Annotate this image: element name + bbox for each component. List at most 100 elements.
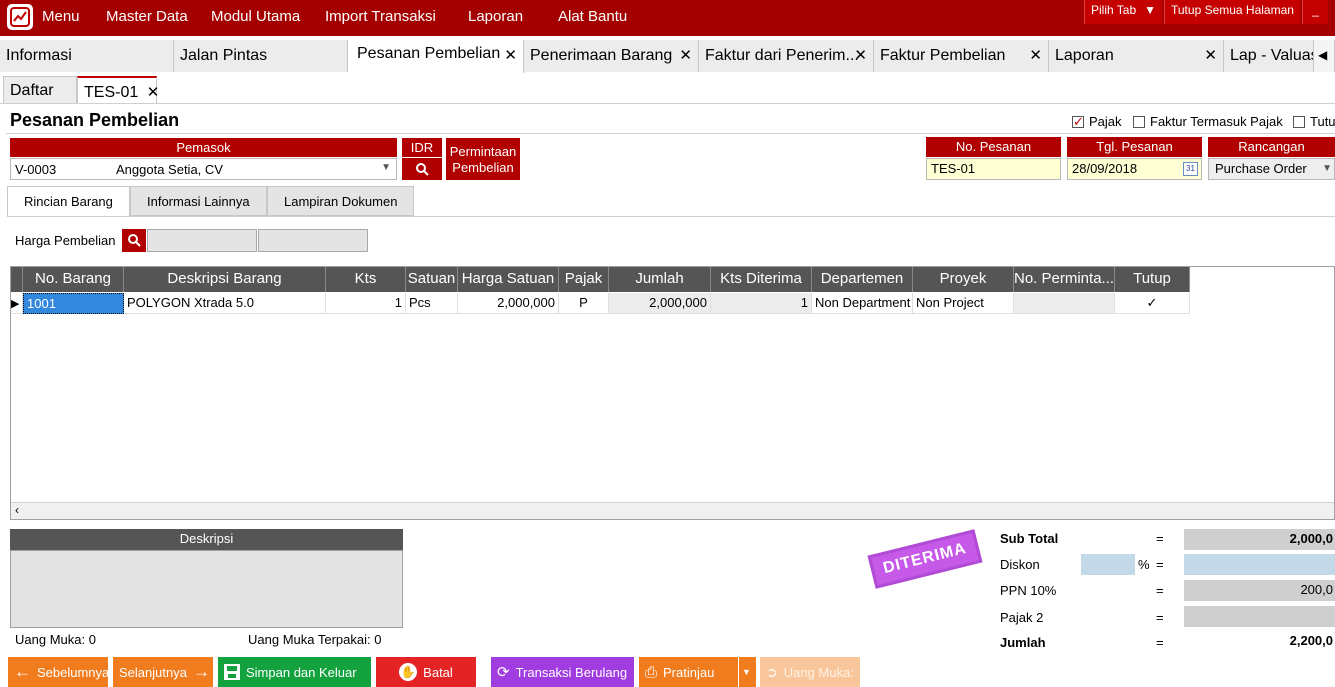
equals-sign: = xyxy=(1156,583,1164,598)
column-header[interactable]: No. Barang xyxy=(23,267,124,292)
column-header[interactable]: Jumlah xyxy=(609,267,711,292)
pratinjau-dropdown-button[interactable]: ▼ xyxy=(739,657,756,687)
diskon-value-input[interactable] xyxy=(1184,554,1335,575)
pratinjau-button[interactable]: ⎙ Pratinjau xyxy=(639,657,738,687)
transaksi-berulang-button[interactable]: ⟳ Transaksi Berulang xyxy=(491,657,634,687)
column-header[interactable]: Kts Diterima xyxy=(711,267,812,292)
tab-pesanan-pembelian[interactable]: Pesanan Pembelian ✕ xyxy=(348,40,524,73)
cell-satuan[interactable]: Pcs xyxy=(406,293,458,314)
column-header[interactable]: Pajak xyxy=(559,267,609,292)
column-header[interactable]: Kts xyxy=(326,267,406,292)
column-header[interactable]: Proyek xyxy=(913,267,1014,292)
harga-pembelian-field-1[interactable] xyxy=(147,229,257,252)
tab-jalan-pintas[interactable]: Jalan Pintas xyxy=(174,40,348,72)
column-header[interactable]: Departemen xyxy=(812,267,913,292)
pajak-checkbox[interactable]: Pajak xyxy=(1072,114,1122,130)
tab-faktur-dari-penerimaan[interactable]: Faktur dari Penerim... ✕ xyxy=(699,40,874,72)
save-icon xyxy=(224,664,240,680)
minimize-button[interactable]: _ xyxy=(1302,0,1328,24)
cell-pajak[interactable]: P xyxy=(559,293,609,314)
menu-item-import-transaksi[interactable]: Import Transaksi xyxy=(325,8,436,25)
batal-button[interactable]: ✋ Batal xyxy=(376,657,476,687)
column-header[interactable]: Deskripsi Barang xyxy=(124,267,326,292)
equals-sign: = xyxy=(1156,610,1164,625)
subtab-tes-01[interactable]: TES-01 ✕ xyxy=(77,76,160,104)
close-icon[interactable]: ✕ xyxy=(1204,46,1217,64)
tab-laporan[interactable]: Laporan ✕ xyxy=(1049,40,1224,72)
tab-informasi[interactable]: Informasi xyxy=(0,40,174,72)
no-pesanan-input[interactable]: TES-01 xyxy=(926,158,1061,180)
selanjutnya-button[interactable]: Selanjutnya → xyxy=(113,657,213,687)
rancangan-select[interactable]: Purchase Order ▼ xyxy=(1208,158,1335,180)
column-header[interactable]: Tutup xyxy=(1115,267,1190,292)
cell-jumlah: 2,000,000 xyxy=(609,293,711,314)
cell-harga-satuan[interactable]: 2,000,000 xyxy=(458,293,559,314)
tab-label: Penerimaan Barang xyxy=(530,47,673,64)
close-icon[interactable]: ✕ xyxy=(504,46,517,64)
scroll-left-icon[interactable]: ‹ xyxy=(15,503,19,517)
close-icon[interactable]: ✕ xyxy=(854,46,867,64)
pemasok-select[interactable]: V-0003 Anggota Setia, CV ▼ xyxy=(10,158,397,180)
uang-muka-terpakai-text: Uang Muka Terpakai: 0 xyxy=(248,632,382,647)
cell-proyek[interactable]: Non Project xyxy=(913,293,1014,314)
pemasok-label: Pemasok xyxy=(10,138,397,157)
simpan-dan-keluar-button[interactable]: Simpan dan Keluar xyxy=(218,657,371,687)
tab-informasi-lainnya[interactable]: Informasi Lainnya xyxy=(130,186,267,216)
tab-lap-valuasi[interactable]: Lap - Valuas xyxy=(1224,40,1314,72)
close-icon[interactable]: ✕ xyxy=(1029,46,1042,64)
cell-tutup[interactable]: ✓ xyxy=(1115,293,1190,314)
menu-item-modul-utama[interactable]: Modul Utama xyxy=(211,8,300,25)
diskon-percent-input[interactable] xyxy=(1081,554,1135,575)
search-harga-button[interactable] xyxy=(122,229,146,252)
tab-label: Informasi xyxy=(6,47,72,64)
tutup-checkbox[interactable]: Tutu xyxy=(1293,114,1335,129)
ppn-label: PPN 10% xyxy=(1000,583,1057,598)
cell-deskripsi[interactable]: POLYGON Xtrada 5.0 xyxy=(124,293,326,314)
close-icon[interactable]: ✕ xyxy=(147,84,160,101)
harga-pembelian-field-2[interactable] xyxy=(258,229,368,252)
column-header[interactable]: Satuan xyxy=(406,267,458,292)
divider xyxy=(0,103,1335,104)
cell-departemen[interactable]: Non Department xyxy=(812,293,913,314)
app-logo-icon[interactable] xyxy=(7,4,33,30)
tab-scroll-left-icon[interactable]: ◀ xyxy=(1314,40,1335,72)
dropdown-arrow-icon[interactable]: ▼ xyxy=(381,162,391,173)
menu-item-master-data[interactable]: Master Data xyxy=(106,8,188,25)
tab-penerimaan-barang[interactable]: Penerimaan Barang ✕ xyxy=(524,40,699,72)
button-label: Simpan dan Keluar xyxy=(246,664,357,680)
tutup-semua-button[interactable]: Tutup Semua Halaman xyxy=(1164,0,1300,24)
pilih-tab-button[interactable]: Pilih Tab ▼ xyxy=(1084,0,1162,24)
permintaan-pembelian-button[interactable]: Permintaan Pembelian xyxy=(446,138,520,180)
cell-kts[interactable]: 1 xyxy=(326,293,406,314)
faktur-termasuk-pajak-checkbox[interactable]: Faktur Termasuk Pajak xyxy=(1133,114,1283,129)
subtab-daftar[interactable]: Daftar xyxy=(3,76,77,104)
tab-rincian-barang[interactable]: Rincian Barang xyxy=(7,186,130,217)
menu-item-menu[interactable]: Menu xyxy=(42,8,80,25)
sebelumnya-button[interactable]: ← Sebelumnya xyxy=(8,657,109,687)
dropdown-arrow-icon[interactable]: ▼ xyxy=(1322,163,1332,174)
column-header[interactable]: No. Perminta... xyxy=(1014,267,1115,292)
no-pesanan-label: No. Pesanan xyxy=(926,137,1061,157)
cell-no-barang[interactable]: 1001 xyxy=(23,293,124,314)
menu-item-alat-bantu[interactable]: Alat Bantu xyxy=(558,8,627,25)
tab-lampiran-dokumen[interactable]: Lampiran Dokumen xyxy=(267,186,415,216)
deskripsi-textarea[interactable] xyxy=(10,550,403,628)
close-icon[interactable]: ✕ xyxy=(679,46,692,64)
uang-muka-button[interactable]: ➲ Uang Muka: xyxy=(760,657,860,687)
sub-total-value: 2,000,0 xyxy=(1184,529,1335,550)
equals-sign: = xyxy=(1156,635,1164,650)
menu-item-laporan[interactable]: Laporan xyxy=(468,8,523,25)
tab-label: Jalan Pintas xyxy=(180,47,268,64)
ppn-value: 200,0 xyxy=(1184,580,1335,601)
checkbox-icon xyxy=(1293,116,1305,128)
tgl-pesanan-input[interactable]: 28/09/2018 31 xyxy=(1067,158,1202,180)
printer-icon: ⎙ xyxy=(645,663,658,681)
deskripsi-label: Deskripsi xyxy=(10,529,403,550)
menu-bar: Menu Master Data Modul Utama Import Tran… xyxy=(0,0,1335,36)
tab-faktur-pembelian[interactable]: Faktur Pembelian ✕ xyxy=(874,40,1049,72)
search-supplier-button[interactable] xyxy=(402,158,442,180)
calendar-icon[interactable]: 31 xyxy=(1183,162,1198,176)
checkbox-icon xyxy=(1133,116,1145,128)
horizontal-scrollbar[interactable]: ‹ xyxy=(11,502,1334,519)
column-header[interactable]: Harga Satuan xyxy=(458,267,559,292)
